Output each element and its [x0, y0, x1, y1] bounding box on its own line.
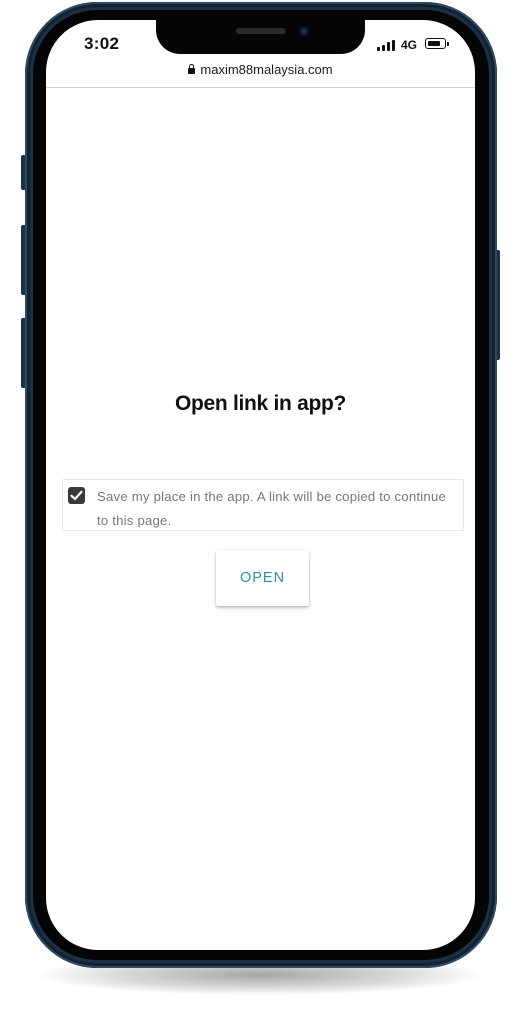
- save-place-checkbox[interactable]: [68, 487, 85, 504]
- dialog-title: Open link in app?: [174, 392, 347, 415]
- lock-icon: [188, 64, 196, 74]
- status-time: 3:02: [84, 34, 120, 53]
- front-camera: [299, 26, 309, 36]
- address-bar[interactable]: maxim88malaysia.com: [46, 62, 475, 87]
- battery-icon: [425, 38, 449, 49]
- notch: [156, 20, 365, 54]
- url-text: maxim88malaysia.com: [200, 62, 333, 77]
- address-bar-divider: [46, 87, 475, 88]
- signal-bars-icon: [377, 40, 395, 51]
- phone-screen: 3:02 4G maxim88malaysia.com Open link in…: [46, 20, 475, 950]
- save-place-label: Save my place in the app. A link will be…: [97, 489, 447, 528]
- network-type: 4G: [401, 38, 418, 52]
- save-place-option: Save my place in the app. A link will be…: [62, 479, 464, 531]
- checkmark-icon: [70, 490, 83, 501]
- open-button[interactable]: OPEN: [216, 550, 309, 606]
- earpiece-speaker: [236, 28, 286, 34]
